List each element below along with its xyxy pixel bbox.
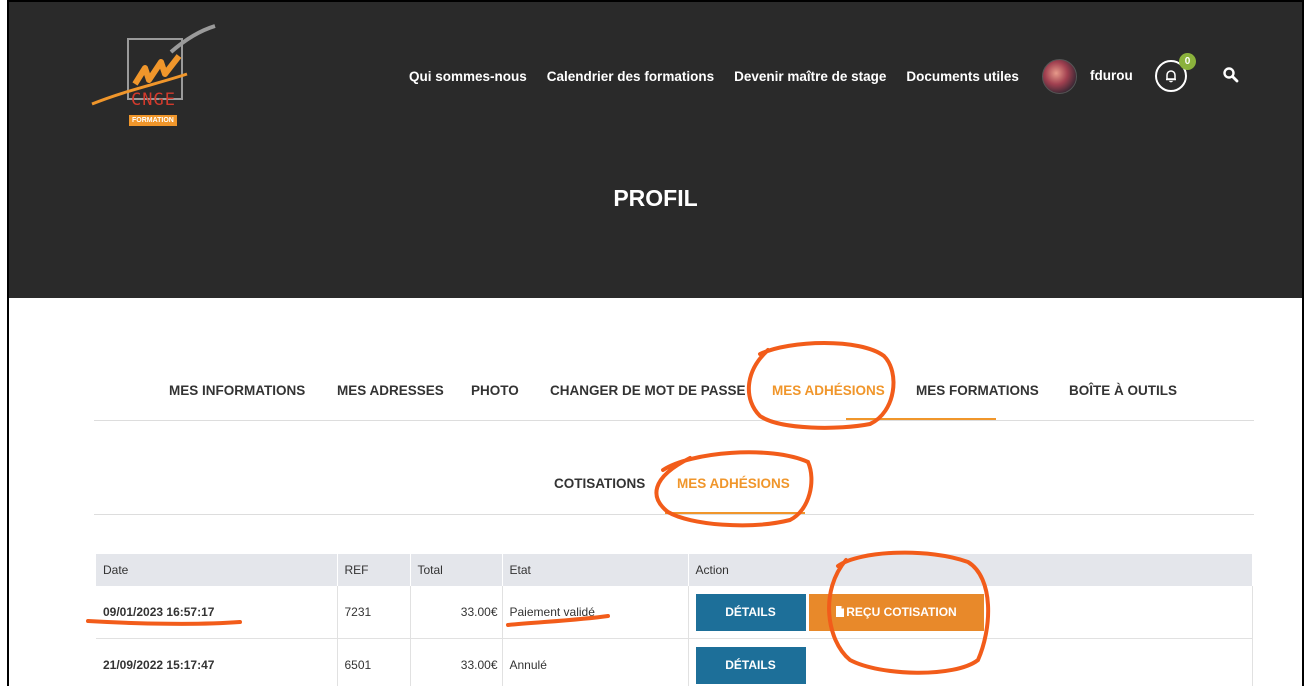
- nav-link-documents[interactable]: Documents utiles: [906, 69, 1019, 84]
- subtab-cotisations[interactable]: COTISATIONS: [554, 476, 645, 491]
- column-header-total: Total: [410, 554, 503, 586]
- profile-tabs: MES INFORMATIONS MES ADRESSES PHOTO CHAN…: [94, 383, 1254, 421]
- details-button[interactable]: DÉTAILS: [695, 646, 806, 684]
- cell-action: DÉTAILS REÇU COTISATION: [688, 586, 1253, 639]
- cell-date: 09/01/2023 16:57:17: [96, 586, 338, 639]
- nav-link-calendrier[interactable]: Calendrier des formations: [547, 69, 714, 84]
- search-icon[interactable]: [1222, 66, 1240, 84]
- cell-action: DÉTAILS: [688, 638, 1253, 686]
- tab-mes-formations[interactable]: MES FORMATIONS: [916, 383, 1039, 398]
- cell-total: 33.00€: [410, 638, 503, 686]
- cnge-logo[interactable]: CNGE FORMATION: [87, 22, 217, 137]
- table-row: 21/09/2022 15:17:47 6501 33.00€ Annulé D…: [96, 638, 1253, 686]
- avatar[interactable]: [1042, 59, 1077, 94]
- document-icon: [836, 605, 845, 617]
- subtab-mes-adhesions[interactable]: MES ADHÉSIONS: [677, 476, 790, 491]
- bell-icon: [1166, 70, 1176, 83]
- column-header-ref: REF: [337, 554, 411, 586]
- column-header-etat: Etat: [502, 554, 689, 586]
- notification-badge: 0: [1179, 53, 1196, 70]
- nav-link-qui-sommes-nous[interactable]: Qui sommes-nous: [409, 69, 527, 84]
- cell-etat: Annulé: [502, 638, 689, 686]
- table-header-row: Date REF Total Etat Action: [96, 554, 1253, 586]
- nav-link-devenir-maitre[interactable]: Devenir maître de stage: [734, 69, 886, 84]
- cell-total: 33.00€: [410, 586, 503, 639]
- cell-ref: 7231: [337, 586, 411, 639]
- adhesions-table: Date REF Total Etat Action 09/01/2023 16…: [96, 554, 1253, 686]
- logo-badge: FORMATION: [129, 115, 177, 126]
- browser-frame: CNGE FORMATION Qui sommes-nous Calendrie…: [7, 0, 1304, 686]
- header-hero: CNGE FORMATION Qui sommes-nous Calendrie…: [9, 2, 1302, 298]
- main-nav: Qui sommes-nous Calendrier des formation…: [409, 65, 1039, 87]
- recu-cotisation-button[interactable]: REÇU COTISATION: [808, 593, 984, 631]
- tab-mes-adhesions[interactable]: MES ADHÉSIONS: [772, 383, 885, 398]
- tab-boite-a-outils[interactable]: BOÎTE À OUTILS: [1069, 383, 1177, 398]
- column-header-date: Date: [96, 554, 338, 586]
- details-button[interactable]: DÉTAILS: [695, 593, 806, 631]
- active-tab-indicator: [846, 418, 996, 420]
- active-subtab-indicator: [665, 512, 805, 514]
- tab-photo[interactable]: PHOTO: [471, 383, 519, 398]
- cell-date: 21/09/2022 15:17:47: [96, 638, 338, 686]
- table-row: 09/01/2023 16:57:17 7231 33.00€ Paiement…: [96, 586, 1253, 639]
- tab-mes-adresses[interactable]: MES ADRESSES: [337, 383, 444, 398]
- cell-etat: Paiement validé: [502, 586, 689, 639]
- column-header-action: Action: [688, 554, 1253, 586]
- page-title: PROFIL: [613, 185, 698, 211]
- logo-text: CNGE: [131, 90, 176, 110]
- tab-mes-informations[interactable]: MES INFORMATIONS: [169, 383, 305, 398]
- adhesion-subtabs: COTISATIONS MES ADHÉSIONS: [94, 476, 1254, 515]
- recu-cotisation-label: REÇU COTISATION: [846, 604, 957, 619]
- tab-changer-mot-de-passe[interactable]: CHANGER DE MOT DE PASSE: [550, 383, 746, 398]
- username[interactable]: fdurou: [1090, 68, 1133, 83]
- cell-ref: 6501: [337, 638, 411, 686]
